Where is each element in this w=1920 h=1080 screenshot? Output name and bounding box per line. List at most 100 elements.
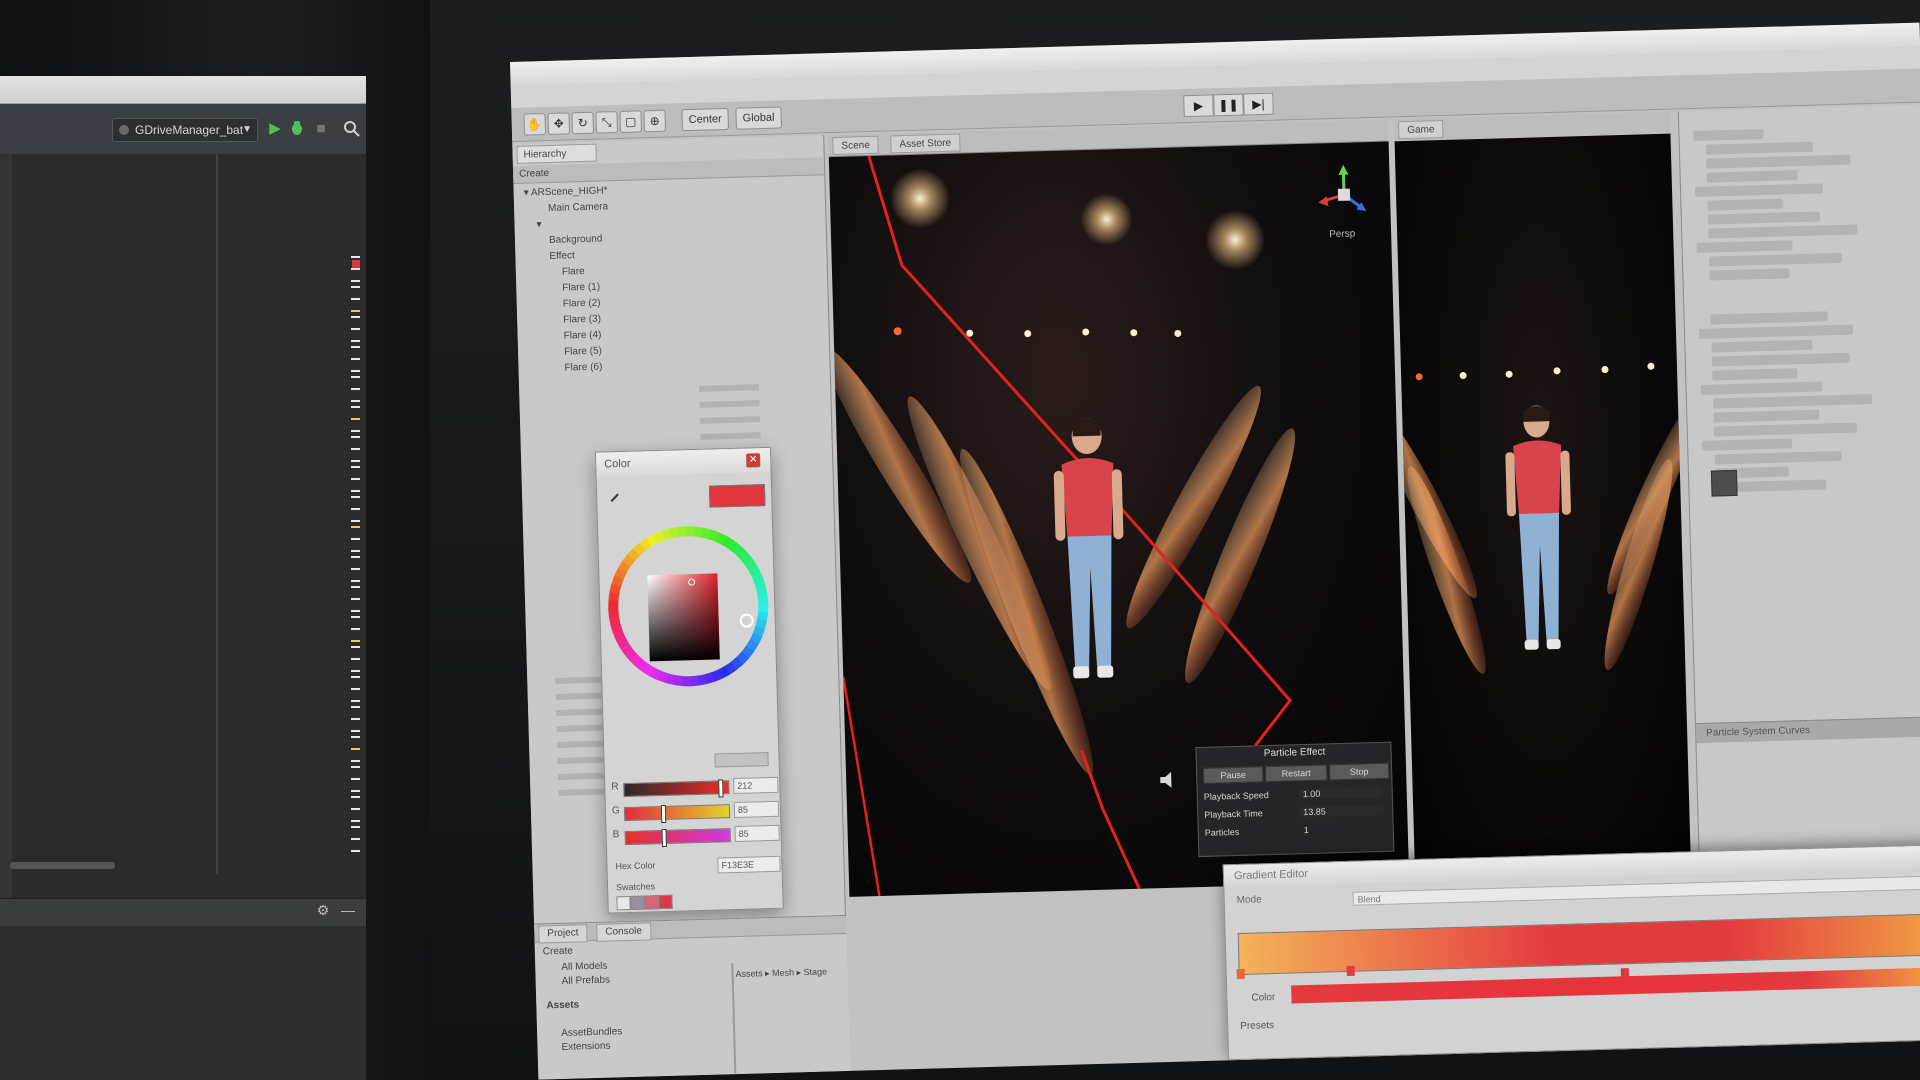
material-preview-icon[interactable] bbox=[1710, 469, 1738, 497]
stripe-mark[interactable] bbox=[351, 448, 360, 450]
transform-tool-icon[interactable]: ⊕ bbox=[643, 109, 667, 133]
stripe-mark[interactable] bbox=[351, 370, 360, 372]
b-slider[interactable]: B 85 bbox=[612, 824, 780, 848]
stripe-mark[interactable] bbox=[351, 340, 360, 342]
stripe-mark[interactable] bbox=[351, 820, 360, 822]
tab-project[interactable]: Project bbox=[538, 924, 588, 944]
projection-label[interactable]: Persp bbox=[1329, 228, 1379, 243]
stripe-mark[interactable] bbox=[351, 268, 360, 270]
stripe-mark[interactable] bbox=[351, 718, 360, 720]
color-wheel[interactable] bbox=[604, 522, 773, 691]
stripe-mark[interactable] bbox=[351, 508, 360, 510]
rotate-tool-icon[interactable]: ↻ bbox=[571, 111, 595, 135]
stop-button[interactable]: Stop bbox=[1328, 762, 1390, 781]
stripe-mark[interactable] bbox=[351, 658, 360, 660]
folder-item[interactable]: Extensions bbox=[561, 1041, 610, 1053]
stripe-mark[interactable] bbox=[351, 298, 360, 300]
property-row[interactable] bbox=[1702, 438, 1793, 451]
hierarchy-item[interactable]: Flare (1) bbox=[562, 280, 600, 297]
stripe-mark[interactable] bbox=[351, 778, 360, 780]
swatch[interactable] bbox=[644, 895, 659, 910]
stop-icon[interactable]: ■ bbox=[312, 120, 330, 138]
stripe-mark[interactable] bbox=[351, 550, 360, 552]
stripe-mark[interactable] bbox=[351, 766, 360, 768]
property-row[interactable] bbox=[1693, 129, 1764, 141]
stripe-mark[interactable] bbox=[351, 730, 360, 732]
playback-speed-input[interactable]: 1.00 bbox=[1299, 786, 1383, 800]
audio-source-icon[interactable] bbox=[1156, 768, 1181, 793]
particle-curves-header[interactable]: Particle System Curves bbox=[1695, 716, 1920, 744]
game-view[interactable] bbox=[1394, 133, 1692, 882]
stripe-mark[interactable] bbox=[351, 310, 360, 312]
gradient-preview[interactable] bbox=[1237, 913, 1920, 976]
property-row[interactable] bbox=[1700, 381, 1823, 395]
color-mode-tag[interactable] bbox=[714, 752, 769, 768]
property-row[interactable] bbox=[1712, 368, 1798, 381]
tab-game[interactable]: Game bbox=[1398, 119, 1444, 140]
property-row[interactable] bbox=[1706, 170, 1798, 183]
stripe-mark[interactable] bbox=[351, 478, 360, 480]
tab-console[interactable]: Console bbox=[596, 922, 652, 942]
property-row[interactable] bbox=[1694, 183, 1824, 197]
space-toggle[interactable]: Global bbox=[735, 106, 782, 130]
run-configuration-dropdown[interactable]: GDriveManager_bat ▼ bbox=[112, 118, 258, 142]
stripe-mark[interactable] bbox=[351, 460, 360, 462]
close-icon[interactable]: ✕ bbox=[746, 453, 761, 468]
stripe-mark[interactable] bbox=[351, 790, 360, 792]
r-handle[interactable] bbox=[718, 779, 724, 798]
b-value[interactable]: 85 bbox=[734, 824, 780, 843]
stripe-mark[interactable] bbox=[351, 376, 360, 378]
stripe-mark[interactable] bbox=[351, 328, 360, 330]
run-icon[interactable]: ▶ bbox=[266, 120, 284, 138]
stripe-mark[interactable] bbox=[351, 700, 360, 702]
g-track[interactable] bbox=[623, 804, 731, 824]
tab-scene[interactable]: Scene bbox=[832, 135, 880, 156]
breadcrumb[interactable]: Assets ▸ Mesh ▸ Stage bbox=[735, 966, 847, 983]
stripe-mark[interactable] bbox=[351, 436, 360, 438]
hex-input[interactable]: F13E3E bbox=[717, 855, 781, 874]
scale-tool-icon[interactable]: ⤡ bbox=[595, 111, 619, 134]
g-slider[interactable]: G 85 bbox=[612, 800, 780, 824]
r-slider[interactable]: R 212 bbox=[611, 776, 779, 799]
hierarchy-item[interactable] bbox=[700, 432, 761, 440]
stripe-mark[interactable] bbox=[351, 520, 360, 522]
color-key-marker[interactable] bbox=[1236, 968, 1245, 980]
property-row[interactable] bbox=[1708, 224, 1858, 239]
property-row[interactable] bbox=[1713, 409, 1820, 423]
play-button[interactable]: ▶ bbox=[1183, 94, 1214, 118]
swatch[interactable] bbox=[616, 895, 631, 911]
r-value[interactable]: 212 bbox=[733, 776, 779, 795]
hand-tool-icon[interactable]: ✋ bbox=[523, 113, 547, 136]
stripe-mark[interactable] bbox=[351, 358, 360, 360]
tab-hierarchy[interactable]: Hierarchy bbox=[516, 143, 597, 164]
stripe-mark[interactable] bbox=[351, 586, 360, 588]
gear-icon[interactable]: ⚙ bbox=[314, 902, 332, 920]
stripe-mark[interactable] bbox=[351, 616, 360, 618]
scene-view[interactable]: Persp Particle Effect Pause Restart Stop… bbox=[828, 141, 1410, 897]
hierarchy-item[interactable]: Effect bbox=[549, 248, 575, 265]
stripe-mark[interactable] bbox=[351, 808, 360, 810]
favorite-item[interactable]: All Models bbox=[561, 961, 607, 973]
pause-button[interactable]: ❚❚ bbox=[1213, 93, 1244, 117]
create-dropdown[interactable]: Create bbox=[543, 946, 573, 958]
playback-time-input[interactable]: 13.85 bbox=[1300, 804, 1384, 818]
stripe-mark[interactable] bbox=[351, 406, 360, 408]
property-row[interactable] bbox=[1713, 422, 1857, 437]
stripe-mark[interactable] bbox=[351, 466, 360, 468]
property-row[interactable] bbox=[1696, 240, 1793, 253]
pivot-toggle[interactable]: Center bbox=[681, 107, 730, 132]
stripe-mark[interactable] bbox=[351, 400, 360, 402]
hierarchy-item[interactable]: Background bbox=[549, 231, 603, 248]
hierarchy-item[interactable]: Flare (3) bbox=[563, 312, 601, 329]
stripe-mark[interactable] bbox=[351, 256, 360, 258]
scene-gizmo[interactable] bbox=[1313, 164, 1375, 226]
stripe-mark[interactable] bbox=[351, 346, 360, 348]
hierarchy-item[interactable]: Flare (4) bbox=[563, 328, 602, 345]
debug-icon[interactable] bbox=[288, 120, 306, 138]
create-dropdown[interactable]: Create bbox=[519, 168, 549, 180]
tab-asset-store[interactable]: Asset Store bbox=[890, 133, 961, 154]
folder-item[interactable]: AssetBundles bbox=[561, 1026, 622, 1039]
color-key-marker[interactable] bbox=[1346, 965, 1355, 976]
move-tool-icon[interactable]: ✥ bbox=[547, 112, 571, 135]
restart-button[interactable]: Restart bbox=[1264, 764, 1328, 783]
